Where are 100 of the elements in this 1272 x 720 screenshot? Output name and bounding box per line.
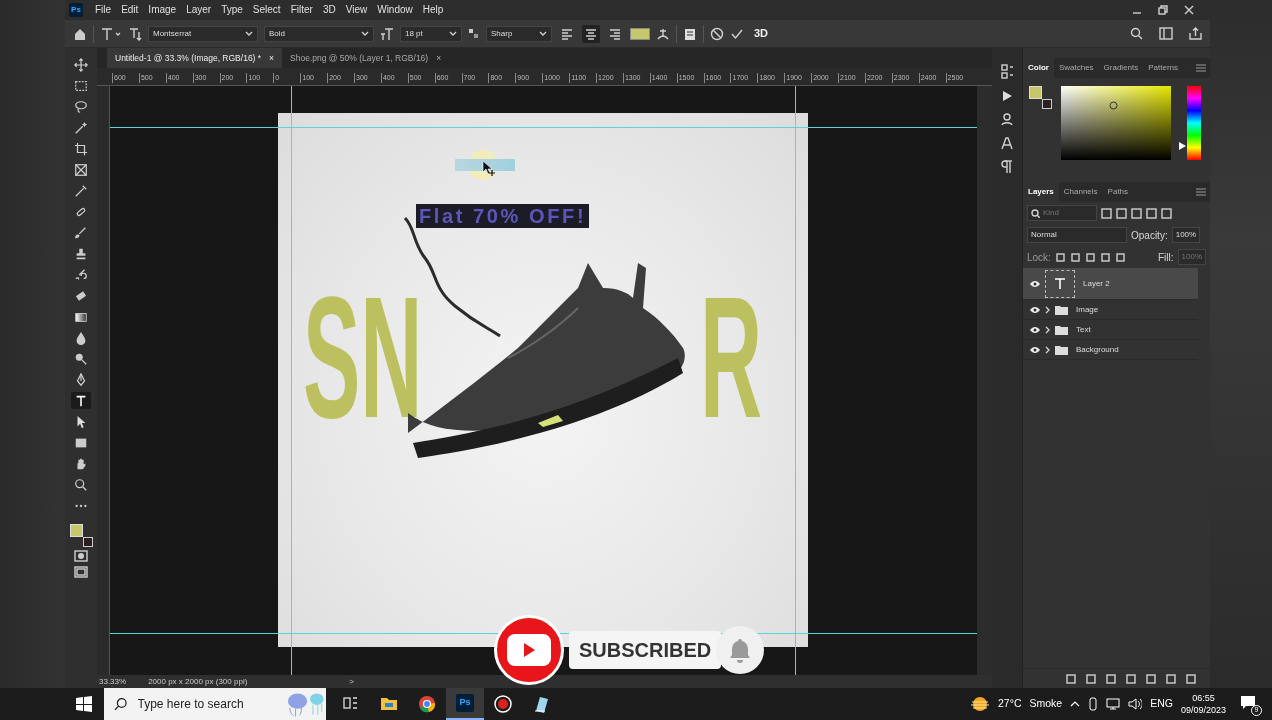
menu-item[interactable]: Image [144,2,181,18]
menu-item[interactable]: Help [418,2,448,18]
windows-start-icon[interactable] [76,696,92,712]
bell-icon [727,637,753,663]
network-icon[interactable] [1106,698,1121,710]
learn-icon[interactable] [1000,112,1014,126]
eye-icon[interactable] [1029,345,1041,354]
menu-item[interactable]: Filter [286,2,317,18]
search-icon[interactable] [1130,27,1143,40]
history-icon[interactable] [1000,64,1014,80]
menu-item[interactable]: Type [217,2,247,18]
color-field[interactable] [1061,86,1171,160]
align-left-icon[interactable] [560,26,574,41]
stamp-icon [74,246,88,261]
taskbar-search-bar[interactable]: Type here to search [104,688,326,720]
panel-tab[interactable]: Color [1023,58,1054,78]
3d-button[interactable]: 3D [750,25,773,42]
play-icon[interactable] [1001,90,1013,102]
chevron-icon[interactable] [1045,325,1051,334]
close-icon[interactable] [1184,5,1194,15]
chevron-icon[interactable] [1045,345,1051,354]
opacity-field[interactable]: 100% [1171,227,1201,243]
photoshop-taskbar-button[interactable]: Ps [446,688,484,720]
layer-filter-field[interactable]: Kind [1027,205,1097,221]
app-logo: Ps [69,3,83,17]
caret-icon [449,30,457,37]
eye-icon[interactable] [1029,325,1041,334]
panel-tab[interactable]: Channels [1058,182,1103,202]
font-style-dropdown[interactable]: Bold [264,25,374,42]
weather-icon[interactable] [970,696,991,712]
antialias-dropdown[interactable]: Sharp [486,25,552,42]
font-family-dropdown[interactable]: Montserrat [148,25,258,42]
menu-item[interactable]: Select [248,2,285,18]
align-center-icon[interactable] [584,26,598,41]
background-color-swatch[interactable] [1042,99,1052,109]
speaker-icon[interactable] [1128,698,1143,710]
chevron-icon[interactable] [1045,305,1051,314]
search-input[interactable]: Type here to search [135,694,276,714]
search-icon [1031,208,1040,218]
tab-close[interactable]: × [269,51,275,65]
status-arrow[interactable]: > [349,675,354,688]
tab-title: Shoe.png @ 50% (Layer 1, RGB/16) [290,51,429,65]
character-icon[interactable] [1000,136,1014,150]
chevron-up-icon[interactable] [1070,701,1081,707]
caret-icon [539,30,547,37]
document-tab[interactable]: Untitled-1 @ 33.3% (Image, RGB/16) * × [107,48,283,68]
font-size-dropdown[interactable]: 18 pt [400,25,462,42]
workspace-icon[interactable] [1159,27,1173,40]
text-orientation-icon[interactable] [128,26,142,41]
clock-date: 09/09/2023 [1180,704,1226,716]
tab-title: Untitled-1 @ 33.3% (Image, RGB/16) * [115,51,262,65]
eyedropper-icon [74,183,88,198]
notification-icon[interactable] [1240,695,1256,710]
quick-mask-icon[interactable] [74,550,88,562]
kind-filter-input[interactable]: Kind [1040,206,1090,220]
panel-tab[interactable]: Patterns [1143,58,1184,78]
share-icon[interactable] [1189,27,1202,40]
panel-tab[interactable]: Swatches [1053,58,1099,78]
blend-mode-dropdown[interactable]: Normal [1027,227,1127,243]
align-right-icon[interactable] [608,26,622,41]
menu-item[interactable]: Window [373,2,417,18]
home-icon[interactable] [73,26,87,41]
foreground-color-swatch[interactable] [70,524,83,537]
menu-item[interactable]: 3D [318,2,340,18]
screen-mode-icon[interactable] [74,566,88,578]
panels-icon[interactable] [683,26,697,41]
menu-item[interactable]: Layer [182,2,216,18]
frame-icon [74,162,88,177]
document-tab[interactable]: Shoe.png @ 50% (Layer 1, RGB/16) × [282,48,450,68]
pen-tablet-icon[interactable] [1088,697,1099,711]
type-tool[interactable] [71,392,91,409]
layer-row[interactable]: Layer 2 [1023,268,1198,300]
move-tool[interactable] [71,56,91,73]
paragraph-icon[interactable] [1001,160,1013,174]
cancel-icon[interactable] [710,26,724,41]
foreground-color-swatch[interactable] [1029,86,1042,99]
eye-icon[interactable] [1029,305,1041,314]
panel-tab[interactable]: Paths [1102,182,1134,202]
warp-text-icon[interactable] [656,26,670,41]
layer-row[interactable]: Background [1023,340,1198,360]
layer-row[interactable]: Text [1023,320,1198,340]
panel-tab[interactable]: Gradients [1098,58,1144,78]
type-tool-icon[interactable] [100,26,122,41]
tab-close[interactable]: × [436,51,442,65]
menu-item[interactable]: View [341,2,372,18]
restore-icon[interactable] [1158,5,1168,15]
menu-item[interactable]: File [91,2,116,18]
eye-icon[interactable] [1029,279,1041,288]
text-color-swatch[interactable] [630,27,650,40]
panel-tab[interactable]: Layers [1023,182,1059,202]
text-selection-highlight [455,159,515,171]
language-indicator[interactable]: ENG [1150,696,1173,712]
layer-row[interactable]: Image [1023,300,1198,320]
notes-icon [532,695,550,713]
layer-name: Text [1076,323,1091,336]
menu-item[interactable]: Edit [117,2,143,18]
clock-time: 06:55 [1192,692,1215,704]
color-picker-handle[interactable] [1109,101,1118,110]
background-color-swatch[interactable] [83,537,93,547]
marquee-icon [74,78,88,93]
